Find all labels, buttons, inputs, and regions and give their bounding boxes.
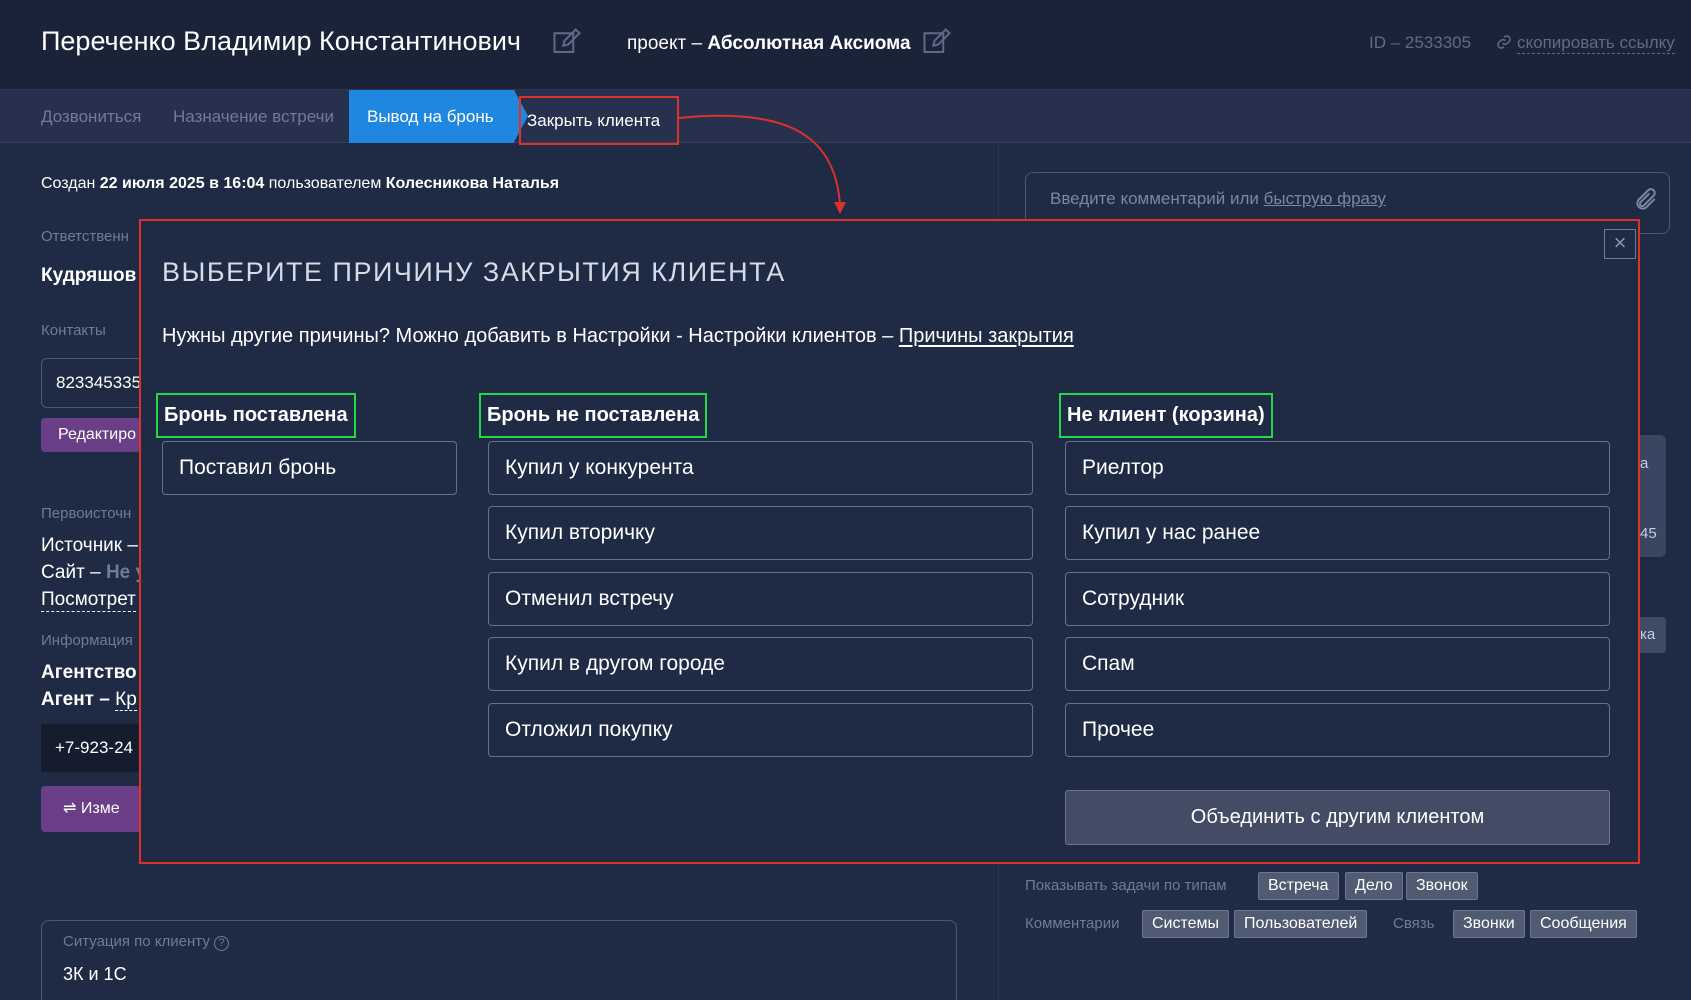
reason-postponed[interactable]: Отложил покупку: [488, 703, 1033, 757]
agent-value[interactable]: Кр: [115, 689, 137, 711]
merge-client-button[interactable]: Объединить с другим клиентом: [1065, 790, 1610, 845]
link-filter-label: Связь: [1393, 915, 1435, 932]
comment-placeholder-text: Введите комментарий или: [1050, 189, 1259, 208]
close-reason-modal: × ВЫБЕРИТЕ ПРИЧИНУ ЗАКРЫТИЯ КЛИЕНТА Нужн…: [139, 219, 1640, 864]
created-user: Колесникова Наталья: [385, 175, 560, 192]
created-prefix: Создан: [41, 175, 96, 192]
reason-booked[interactable]: Поставил бронь: [162, 441, 457, 495]
paperclip-icon[interactable]: [1633, 185, 1659, 215]
edit-icon[interactable]: [552, 27, 582, 57]
created-by-label: пользователем: [268, 175, 382, 192]
modal-title: ВЫБЕРИТЕ ПРИЧИНУ ЗАКРЫТИЯ КЛИЕНТА: [162, 257, 786, 287]
comment-placeholder: Введите комментарий или быструю фразу: [1050, 189, 1386, 209]
contacts-label: Контакты: [41, 322, 106, 339]
information-label: Информация: [41, 632, 133, 649]
reason-other-city[interactable]: Купил в другом городе: [488, 637, 1033, 691]
situation-label-text: Ситуация по клиенту: [63, 933, 210, 950]
chip-call[interactable]: Звонок: [1406, 872, 1478, 900]
situation-label: Ситуация по клиенту ?: [63, 933, 230, 951]
reason-secondary[interactable]: Купил вторичку: [488, 506, 1033, 560]
site-line: Сайт – Не у: [41, 562, 146, 584]
tab-call[interactable]: Дозвониться: [41, 90, 141, 143]
comments-filter-label: Комментарии: [1025, 915, 1120, 932]
change-agent-button[interactable]: ⇌ Изме: [41, 786, 141, 832]
reason-employee[interactable]: Сотрудник: [1065, 572, 1610, 626]
group-title-not-client: Не клиент (корзина): [1059, 393, 1273, 438]
reason-realtor[interactable]: Риелтор: [1065, 441, 1610, 495]
created-info: Создан 22 июля 2025 в 16:04 пользователе…: [41, 175, 559, 193]
group-title-booked: Бронь поставлена: [156, 393, 356, 438]
project-prefix: проект –: [627, 33, 703, 54]
situation-box[interactable]: Ситуация по клиенту ? 3К и 1С: [41, 920, 957, 1000]
modal-hint: Нужны другие причины? Можно добавить в Н…: [162, 325, 1074, 348]
tab-meeting[interactable]: Назначение встречи: [173, 90, 334, 143]
chip-system[interactable]: Системы: [1142, 910, 1230, 938]
tab-close-client[interactable]: Закрыть клиента: [519, 96, 679, 145]
project-name: Абсолютная Аксиома: [707, 33, 911, 54]
edit-project-icon[interactable]: [922, 27, 952, 57]
responsible-value: Кудряшов: [41, 265, 137, 286]
chip-messages[interactable]: Сообщения: [1530, 910, 1637, 938]
stage-tabs: Дозвониться Назначение встречи Вывод на …: [0, 90, 1691, 143]
quick-phrase-link[interactable]: быструю фразу: [1264, 189, 1386, 208]
view-link[interactable]: Посмотрет: [41, 589, 136, 612]
created-date: 22 июля 2025 в 16:04: [99, 175, 265, 192]
chip-calls[interactable]: Звонки: [1453, 910, 1525, 938]
site-prefix: Сайт –: [41, 562, 101, 583]
reason-bought-earlier[interactable]: Купил у нас ранее: [1065, 506, 1610, 560]
source-label: Первоисточн: [41, 505, 132, 522]
side-card: а 45: [1640, 435, 1666, 557]
close-reasons-settings-link[interactable]: Причины закрытия: [899, 325, 1074, 347]
agent-phone: +7-923-24: [41, 724, 151, 772]
edit-contacts-button[interactable]: Редактиро: [41, 418, 141, 452]
group-title-not-booked: Бронь не поставлена: [479, 393, 708, 438]
change-agent-label: Изме: [80, 800, 120, 817]
side-button[interactable]: ка: [1640, 617, 1666, 653]
modal-hint-text: Нужны другие причины? Можно добавить в Н…: [162, 325, 894, 347]
task-filter-label: Показывать задачи по типам: [1025, 877, 1227, 894]
copy-link[interactable]: скопировать ссылку: [1517, 33, 1675, 54]
chip-users[interactable]: Пользователей: [1234, 910, 1368, 938]
reason-competitor[interactable]: Купил у конкурента: [488, 441, 1033, 495]
side-card-text: а: [1640, 455, 1649, 472]
link-icon: [1497, 35, 1511, 49]
agency-label: Агентство: [41, 662, 137, 683]
tab-booking[interactable]: Вывод на бронь: [349, 90, 528, 143]
client-id: ID – 2533305: [1369, 33, 1472, 52]
reason-cancelled-meeting[interactable]: Отменил встречу: [488, 572, 1033, 626]
agent-line: Агент – Кр: [41, 689, 137, 711]
situation-value: 3К и 1С: [63, 964, 127, 984]
agent-label: Агент –: [41, 689, 110, 710]
responsible-label: Ответственн: [41, 228, 129, 245]
project-line: проект – Абсолютная Аксиома: [627, 33, 911, 55]
handshake-icon: ⇌: [63, 800, 77, 817]
close-icon[interactable]: ×: [1604, 229, 1636, 259]
chip-task[interactable]: Дело: [1345, 872, 1403, 900]
reason-other[interactable]: Прочее: [1065, 703, 1610, 757]
page-header: Переченко Владимир Константинович проект…: [0, 0, 1691, 90]
reason-spam[interactable]: Спам: [1065, 637, 1610, 691]
client-name: Переченко Владимир Константинович: [41, 26, 521, 56]
help-icon[interactable]: ?: [214, 936, 230, 951]
chip-meeting[interactable]: Встреча: [1258, 872, 1339, 900]
source-line: Источник –: [41, 535, 138, 556]
side-card-count: 45: [1640, 525, 1657, 542]
